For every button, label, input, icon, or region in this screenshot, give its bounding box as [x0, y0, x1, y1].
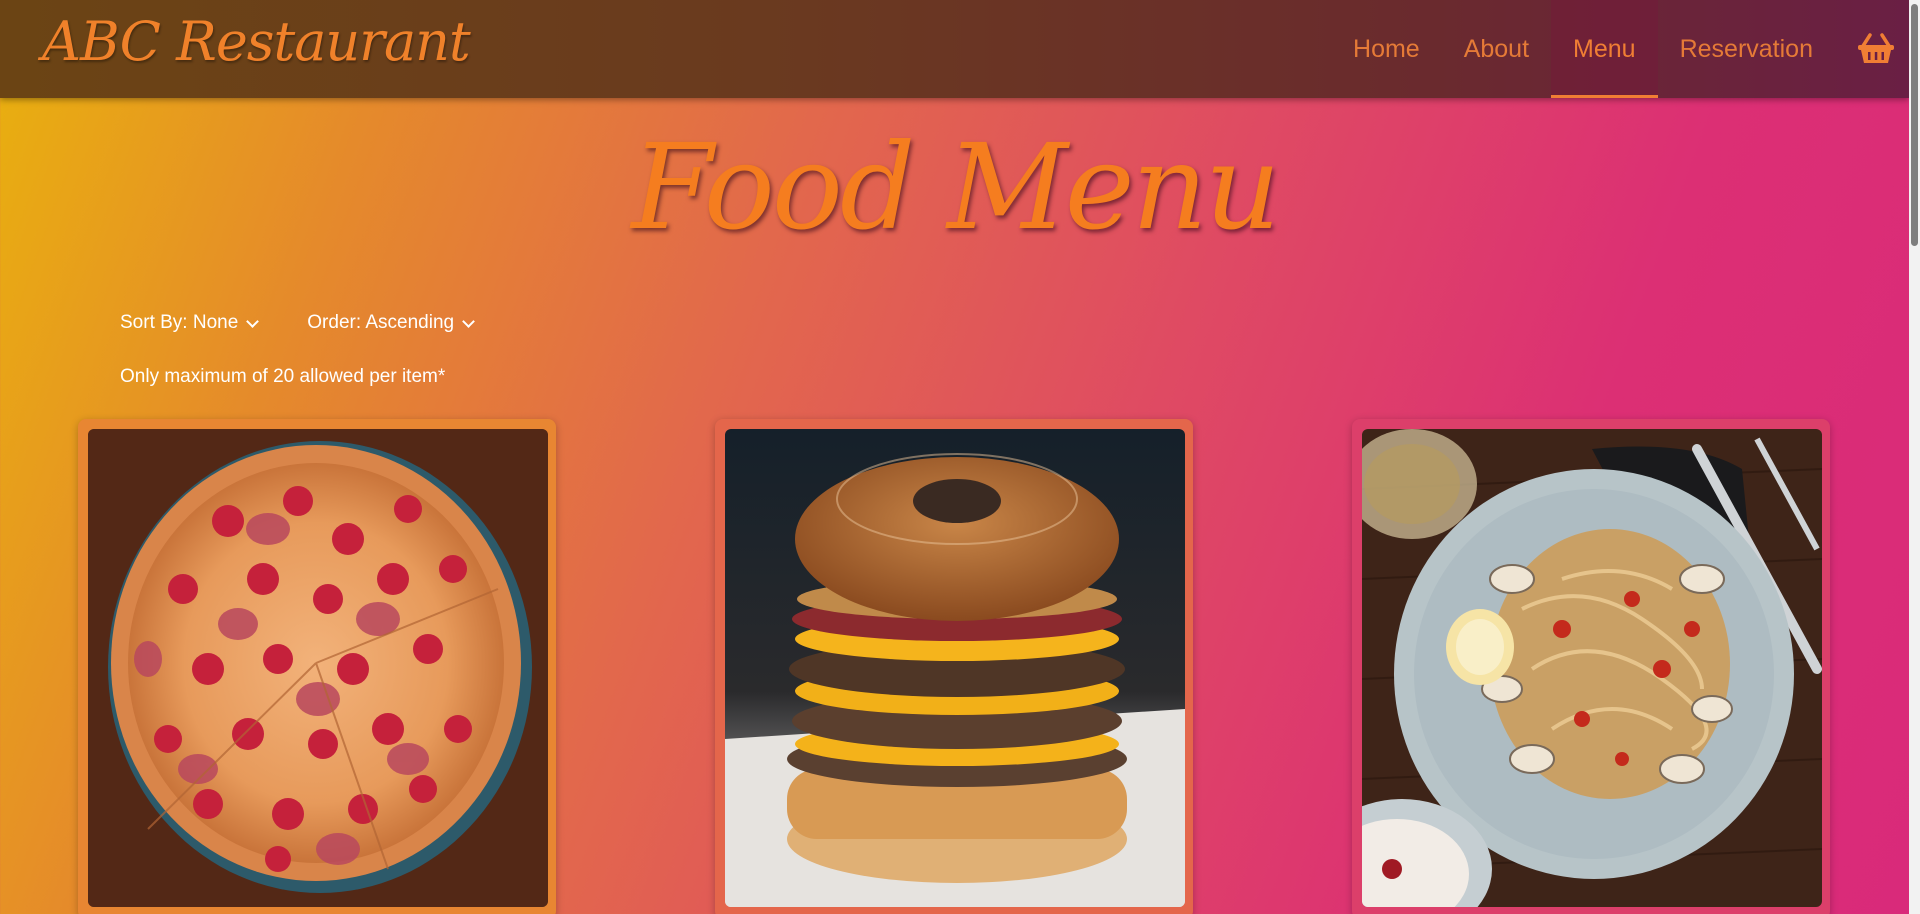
quantity-limit-note: Only maximum of 20 allowed per item*: [120, 366, 446, 387]
menu-item-card[interactable]: [1352, 419, 1830, 914]
nav-links: Home About Menu Reservation: [1331, 0, 1909, 98]
clam-pasta-photo: [1362, 429, 1822, 907]
menu-item-card[interactable]: [715, 419, 1193, 914]
page-title: Food Menu: [631, 118, 1280, 256]
page-scrollbar[interactable]: [1909, 0, 1920, 914]
sort-by-label: Sort By: None: [120, 312, 239, 333]
nav-about[interactable]: About: [1442, 0, 1551, 98]
chevron-down-icon: [246, 314, 260, 328]
order-label: Order: Ascending: [307, 312, 455, 333]
menu-item-card[interactable]: [78, 419, 556, 914]
sort-by-select[interactable]: Sort By: None: [120, 312, 260, 334]
scrollbar-thumb[interactable]: [1911, 4, 1918, 246]
pepperoni-pizza-photo: [88, 429, 548, 907]
cart-button[interactable]: [1835, 0, 1909, 98]
nav-menu[interactable]: Menu: [1551, 0, 1658, 98]
basket-icon: [1858, 33, 1894, 63]
brand-logo[interactable]: ABC Restaurant: [42, 10, 471, 73]
menu-controls: Sort By: None Order: Ascending: [120, 312, 475, 334]
donut-cheeseburger-photo: [725, 429, 1185, 907]
chevron-down-icon: [462, 314, 475, 328]
nav-reservation[interactable]: Reservation: [1658, 0, 1835, 98]
navbar: ABC Restaurant Home About Menu Reservati…: [0, 0, 1909, 98]
order-select[interactable]: Order: Ascending: [307, 312, 475, 334]
nav-home[interactable]: Home: [1331, 0, 1442, 98]
